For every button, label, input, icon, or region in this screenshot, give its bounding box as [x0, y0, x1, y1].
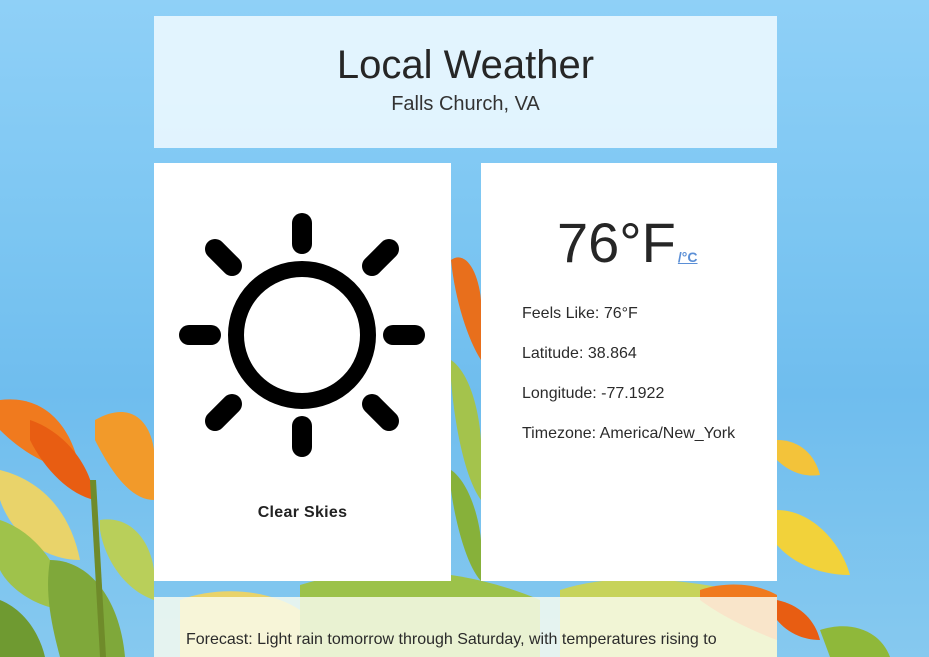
location-label: Falls Church, VA — [391, 93, 540, 115]
sun-icon — [179, 213, 425, 457]
current-conditions-panel: 76°F/°C Feels Like: 76°F Latitude: 38.86… — [481, 163, 777, 581]
timezone-text: Timezone: America/New_York — [522, 425, 736, 442]
condition-panel: Clear Skies — [154, 163, 451, 581]
celsius-toggle-link[interactable]: /°C — [678, 249, 698, 265]
longitude-text: Longitude: -77.1922 — [522, 385, 665, 402]
temperature-value: 76°F — [557, 211, 676, 274]
forecast-text: Forecast: Light rain tomorrow through Sa… — [186, 631, 717, 648]
page-title: Local Weather — [336, 43, 595, 87]
latitude-text: Latitude: 38.864 — [522, 345, 637, 362]
temperature-row: 76°F/°C — [557, 215, 698, 271]
feels-like-text: Feels Like: 76°F — [522, 305, 638, 322]
header-panel: Local Weather Falls Church, VA — [154, 16, 777, 148]
details-list: Feels Like: 76°F Latitude: 38.864 Longit… — [522, 305, 735, 465]
forecast-panel: Forecast: Light rain tomorrow through Sa… — [154, 597, 777, 657]
condition-label: Clear Skies — [257, 504, 348, 521]
